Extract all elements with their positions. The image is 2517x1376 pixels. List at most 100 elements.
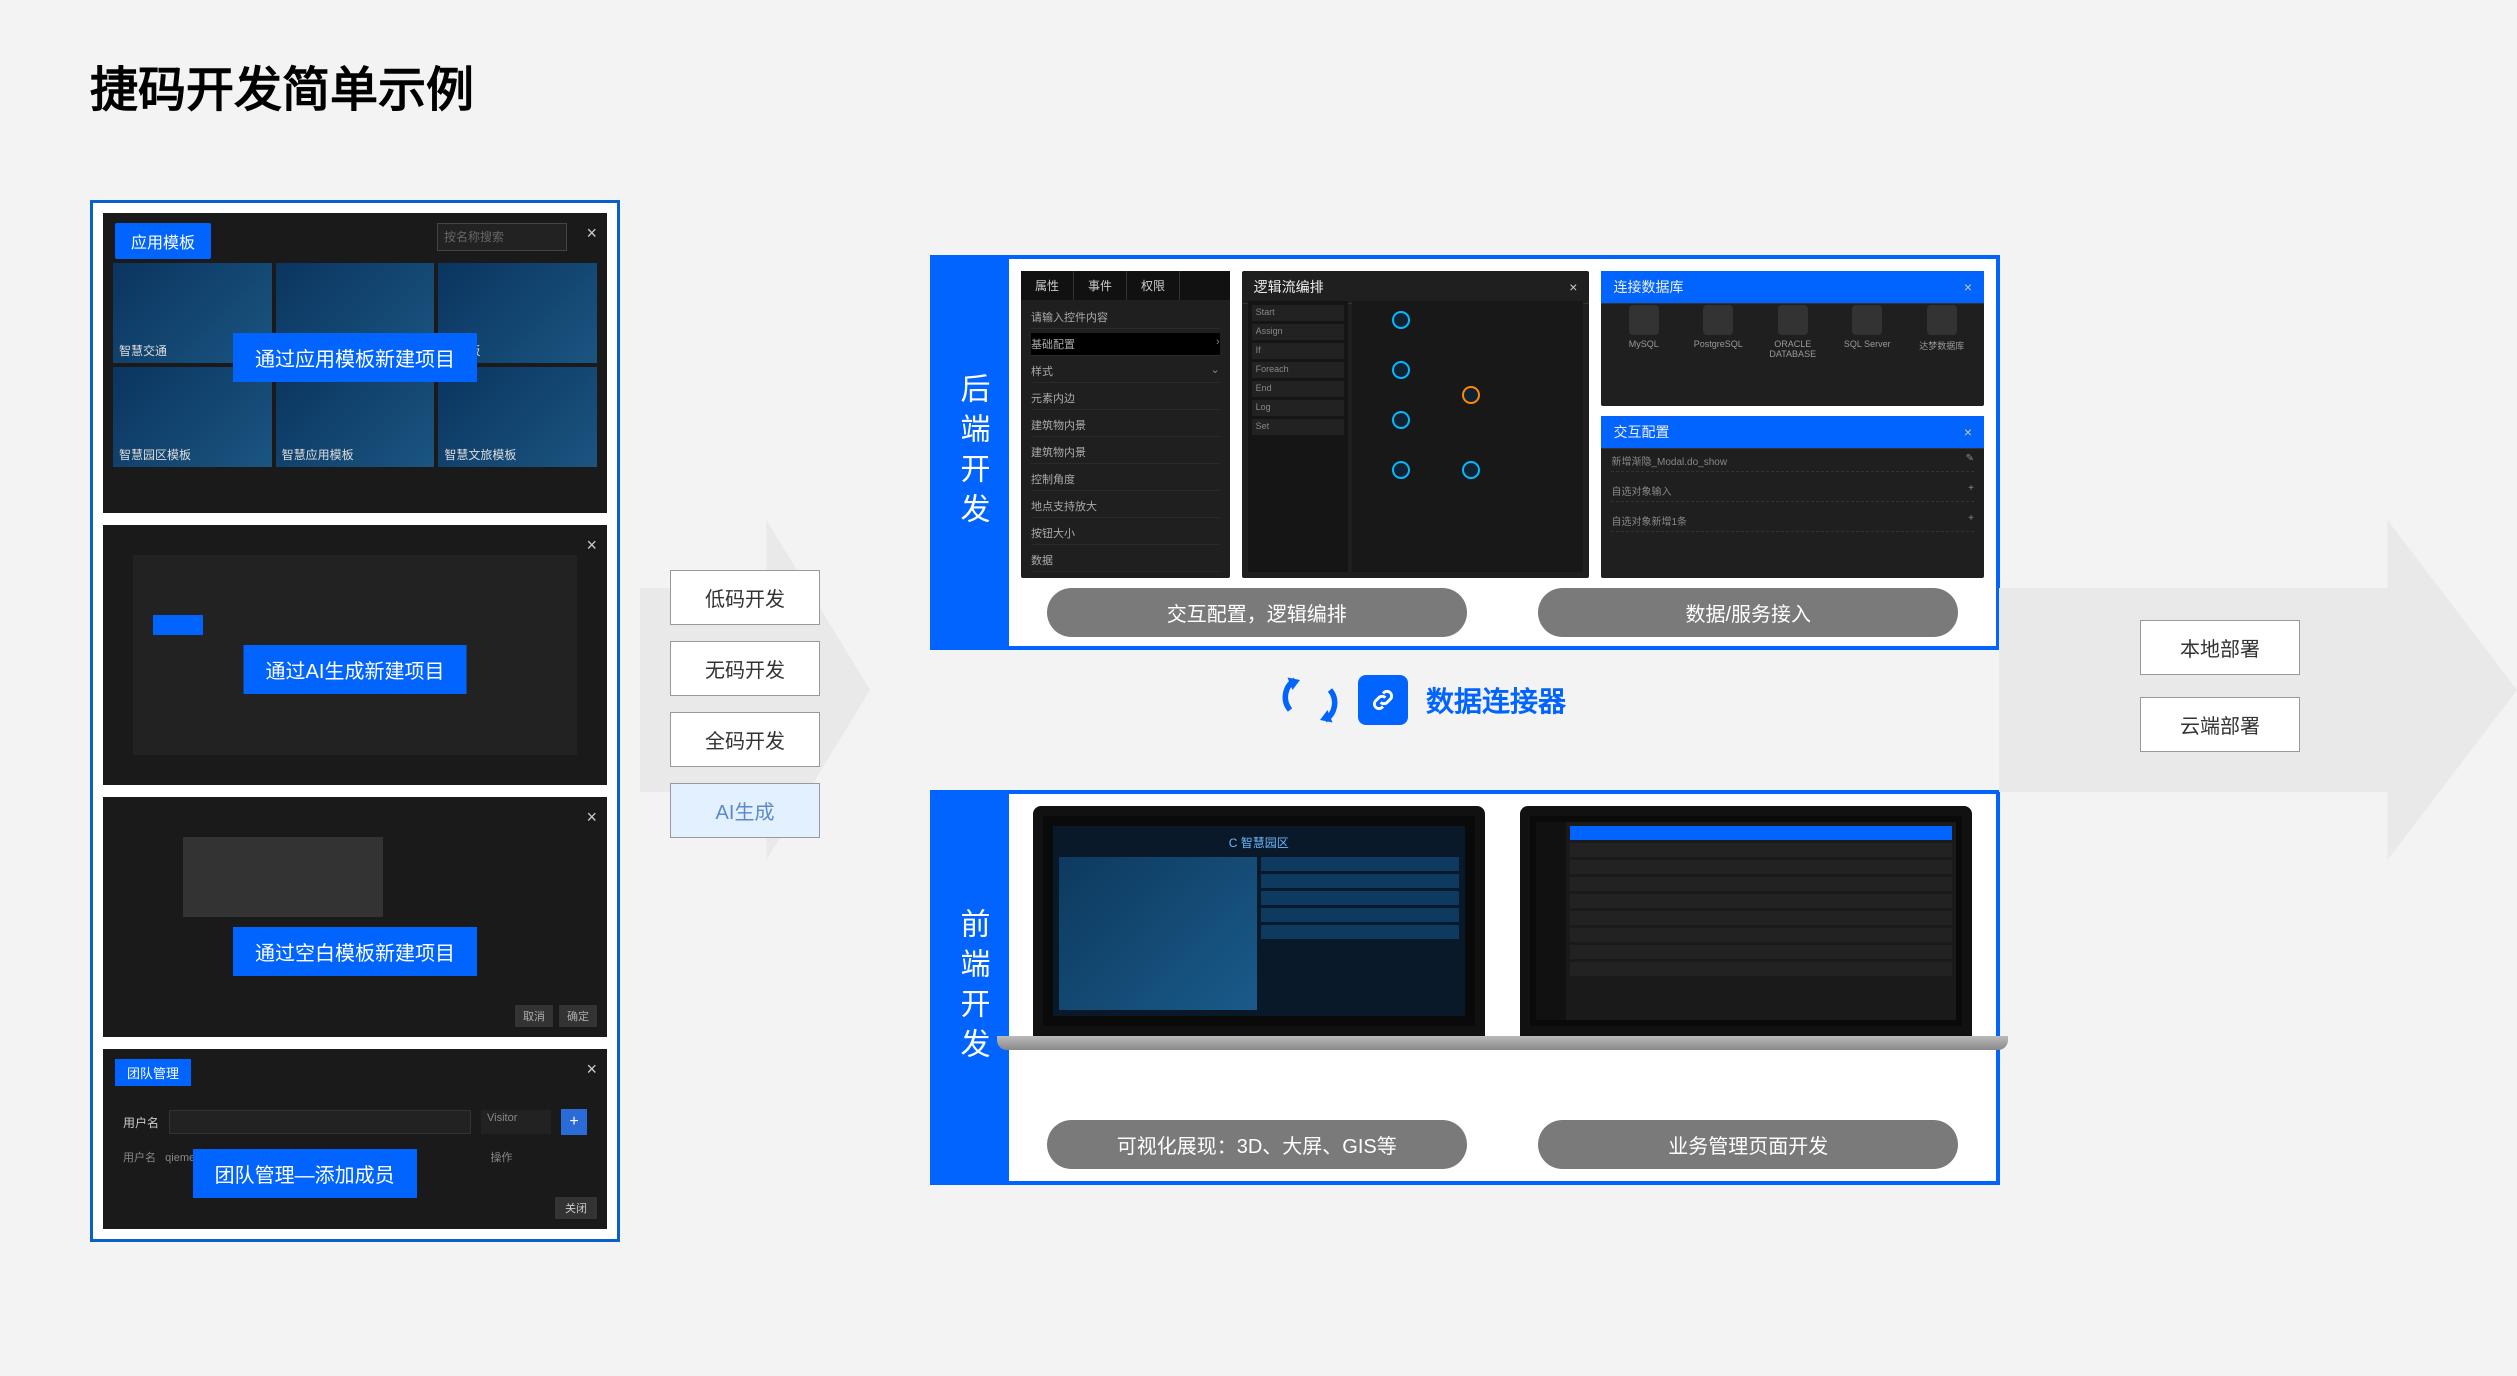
close-icon[interactable]: × [586, 223, 597, 244]
opt-local-deploy[interactable]: 本地部署 [2140, 620, 2300, 675]
db-dameng[interactable]: 达梦数据库 [1910, 305, 1975, 359]
flow-item[interactable]: Start [1252, 305, 1344, 321]
close-icon[interactable]: × [586, 807, 597, 828]
dash-3d-view [1059, 857, 1257, 1010]
pill-visualization: 可视化展现：3D、大屏、GIS等 [1047, 1120, 1467, 1169]
flow-canvas[interactable] [1352, 301, 1584, 572]
close-icon[interactable]: × [1964, 279, 1972, 295]
frontend-box: 前端开发 C 智慧园区 [930, 790, 2000, 1185]
col-user: 用户名 [123, 1152, 156, 1164]
inter-row[interactable]: 新增渐隐_Modal.do_show✎ [1611, 450, 1974, 472]
prop-row[interactable]: 建筑物内景 [1031, 414, 1220, 437]
prop-row[interactable]: 建筑物内景 [1031, 441, 1220, 464]
flow-node[interactable] [1462, 461, 1480, 479]
db-name: 达梦数据库 [1919, 339, 1964, 352]
page-title: 捷码开发简单示例 [90, 50, 474, 120]
role-select[interactable]: Visitor [481, 1110, 551, 1134]
opt-ai[interactable]: AI生成 [670, 783, 820, 838]
db-mysql[interactable]: MySQL [1611, 305, 1676, 359]
tab-app-template[interactable]: 应用模板 [115, 223, 211, 259]
laptop-dashboard: C 智慧园区 [1021, 806, 1497, 1110]
inter-row[interactable]: 自选对象输入+ [1611, 480, 1974, 502]
dashboard-preview: C 智慧园区 [1053, 826, 1465, 1016]
prop-row[interactable]: 地点支持放大 [1031, 495, 1220, 518]
prop-row[interactable]: 按钮大小 [1031, 522, 1220, 545]
flow-item[interactable]: Log [1252, 400, 1344, 416]
search-input[interactable]: 按名称搜索 [437, 223, 567, 251]
flow-node[interactable] [1392, 461, 1410, 479]
sync-icon [1280, 670, 1340, 730]
opt-lowcode[interactable]: 低码开发 [670, 570, 820, 625]
template-cell[interactable]: 智慧应用模板 [276, 367, 435, 467]
db-postgres[interactable]: PostgreSQL [1686, 305, 1751, 359]
close-icon[interactable]: × [586, 1059, 597, 1080]
dameng-icon [1927, 305, 1957, 335]
prop-section[interactable]: 基础配置› [1031, 333, 1220, 356]
flow-item[interactable]: If [1252, 343, 1344, 359]
add-button[interactable]: + [561, 1109, 587, 1135]
opt-fullcode[interactable]: 全码开发 [670, 712, 820, 767]
postgres-icon [1703, 305, 1733, 335]
button-pair: 取消 确定 [515, 1005, 597, 1027]
flow-palette: Start Assign If Foreach End Log Set [1248, 301, 1348, 572]
flow-item[interactable]: End [1252, 381, 1344, 397]
prop-row[interactable]: 控制角度 [1031, 468, 1220, 491]
dev-mode-options: 低码开发 无码开发 全码开发 AI生成 [670, 570, 820, 838]
close-icon[interactable]: × [1569, 279, 1577, 295]
tab-perm[interactable]: 权限 [1127, 271, 1180, 300]
prop-row[interactable]: 元素内边 [1031, 387, 1220, 410]
close-icon[interactable]: × [1964, 424, 1972, 440]
user-input[interactable] [169, 1110, 471, 1134]
db-sqlserver[interactable]: SQL Server [1835, 305, 1900, 359]
template-caption: 智慧交通 [119, 342, 167, 359]
prop-row[interactable]: 数据 [1031, 549, 1220, 572]
flow-title: 逻辑流编排 [1254, 277, 1324, 297]
db-title: 连接数据库 [1613, 277, 1683, 297]
dash-charts [1261, 857, 1459, 1010]
close-button[interactable]: 关闭 [555, 1197, 597, 1219]
confirm-button[interactable]: 确定 [559, 1005, 597, 1027]
template-cell[interactable]: 智慧园区模板 [113, 367, 272, 467]
tab-events[interactable]: 事件 [1074, 271, 1127, 300]
template-caption: 智慧园区模板 [119, 446, 191, 463]
laptop-screen: C 智慧园区 [1033, 806, 1485, 1036]
dash-title: C 智慧园区 [1059, 832, 1459, 853]
flow-item[interactable]: Set [1252, 419, 1344, 435]
flow-item[interactable]: Foreach [1252, 362, 1344, 378]
opt-cloud-deploy[interactable]: 云端部署 [2140, 697, 2300, 752]
panel-team-manage: 团队管理 × 用户名 Visitor + 用户名 qiemeng 操作 关闭 团… [103, 1049, 607, 1229]
tab-props[interactable]: 属性 [1021, 271, 1074, 300]
laptop-base [997, 1036, 1520, 1050]
db-oracle[interactable]: ORACLE DATABASE [1760, 305, 1825, 359]
prop-hint: 请输入控件内容 [1031, 306, 1220, 329]
overlay-team-add: 团队管理—添加成员 [193, 1149, 417, 1198]
template-caption: 智慧应用模板 [282, 446, 354, 463]
deploy-options: 本地部署 云端部署 [2140, 620, 2300, 752]
sqlserver-icon [1852, 305, 1882, 335]
cancel-button[interactable]: 取消 [515, 1005, 553, 1027]
close-icon[interactable]: × [586, 535, 597, 556]
ai-input-chip [153, 615, 203, 635]
template-caption: 智慧文旅模板 [444, 446, 516, 463]
inter-title: 交互配置 [1613, 422, 1669, 442]
flow-node[interactable] [1462, 386, 1480, 404]
mgmt-sidebar [1536, 822, 1566, 1020]
prop-section[interactable]: 样式⌄ [1031, 360, 1220, 383]
flow-node[interactable] [1392, 311, 1410, 329]
flow-node[interactable] [1392, 361, 1410, 379]
pill-data-service: 数据/服务接入 [1538, 588, 1958, 637]
flow-item[interactable]: Assign [1252, 324, 1344, 340]
props-panel: 属性 事件 权限 请输入控件内容 基础配置› 样式⌄ 元素内边 建筑物内景 建筑… [1021, 271, 1230, 578]
data-connector: 数据连接器 [1280, 670, 1566, 730]
flow-node[interactable] [1392, 411, 1410, 429]
laptop-management [1509, 806, 1985, 1110]
overlay-new-from-template: 通过应用模板新建项目 [233, 333, 477, 382]
panel-ai-generate: × 通过AI生成新建项目 [103, 525, 607, 785]
opt-nocode[interactable]: 无码开发 [670, 641, 820, 696]
backend-box: 后端开发 属性 事件 权限 请输入控件内容 基础配置› 样式⌄ 元素内边 建筑物… [930, 255, 2000, 650]
template-cell[interactable]: 智慧文旅模板 [438, 367, 597, 467]
logic-flow-panel: 逻辑流编排 × Start Assign If Foreach End Log S… [1242, 271, 1590, 578]
inter-row[interactable]: 自选对象新增1条+ [1611, 510, 1974, 532]
interaction-panel: 交互配置 × 新增渐隐_Modal.do_show✎ 自选对象输入+ 自选对象新增… [1601, 416, 1984, 578]
overlay-new-from-ai: 通过AI生成新建项目 [244, 645, 467, 694]
